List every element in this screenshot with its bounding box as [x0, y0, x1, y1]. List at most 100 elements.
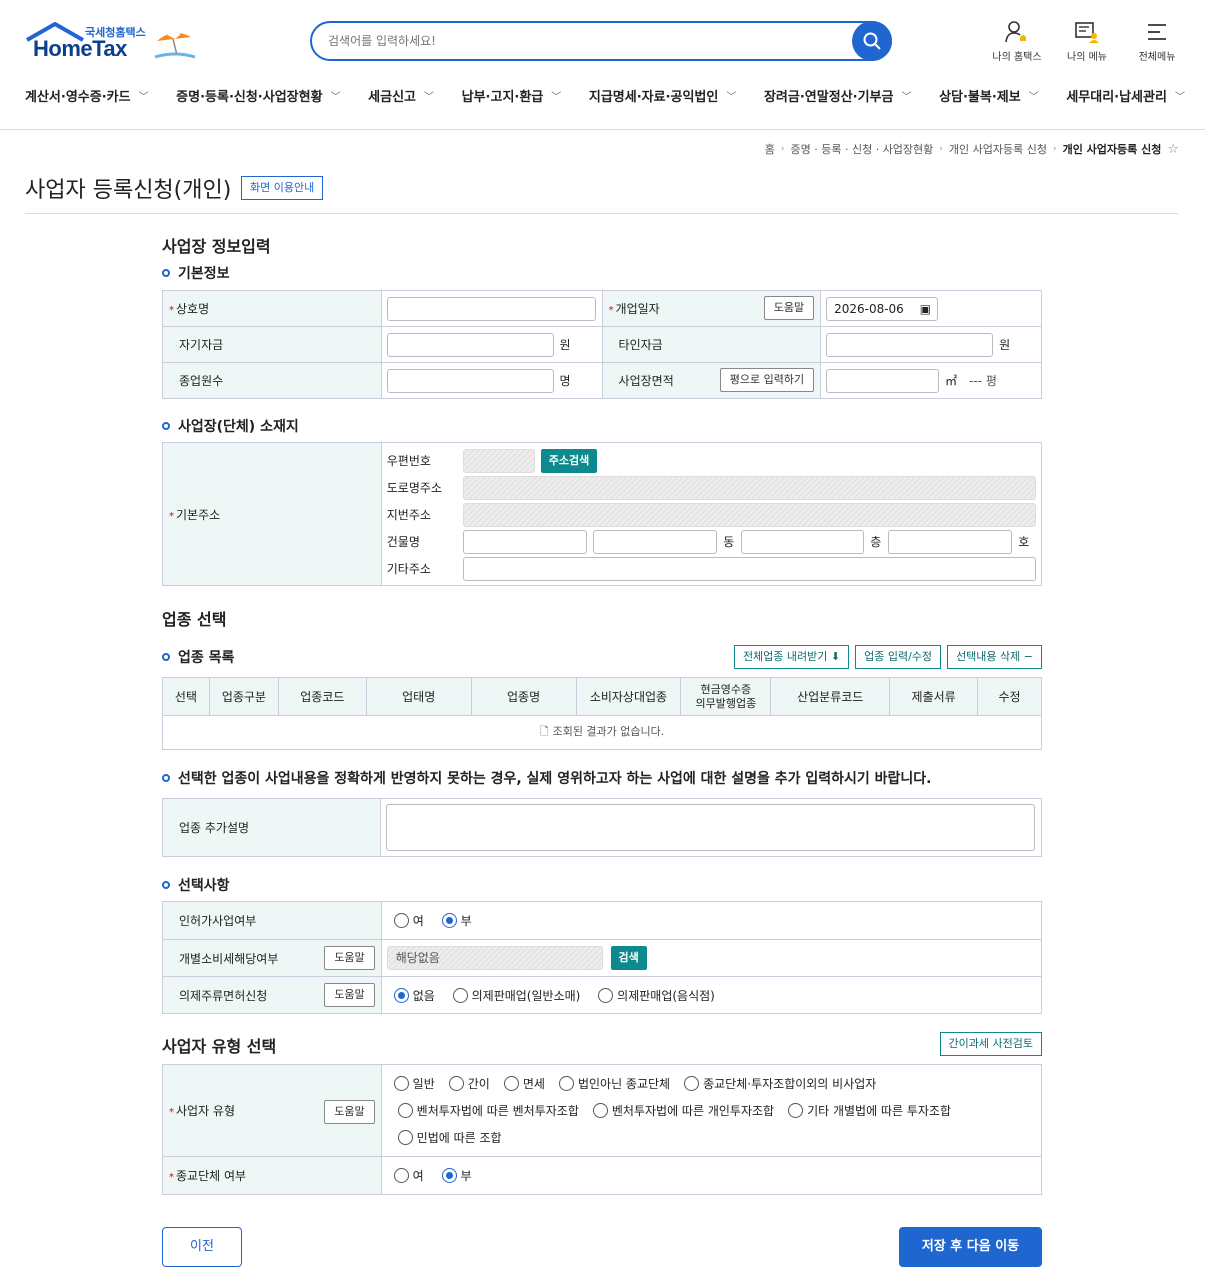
- other-address-label: 기타주소: [386, 562, 431, 576]
- search-input[interactable]: [328, 31, 828, 51]
- field-label: * 종교단체 여부: [162, 1156, 382, 1195]
- excise-search-button[interactable]: 검색: [610, 946, 647, 970]
- liquor-none-radio[interactable]: 없음: [393, 987, 435, 1004]
- zip-label: 우편번호: [386, 454, 431, 468]
- chevron-right-icon: ›: [780, 144, 785, 154]
- options-table: 인허가사업여부 여 부 개별소비세해당여부 도움말 해당없음 검색 의제주류면허신…: [162, 901, 1043, 1014]
- simplified-tax-review-button[interactable]: 간이과세 사전검토: [939, 1032, 1042, 1056]
- chevron-down-icon: ﹀: [1174, 92, 1185, 103]
- floor-input[interactable]: [740, 529, 864, 554]
- my-hometax-label: 나의 홈택스: [992, 52, 1042, 63]
- liquor-retail-radio[interactable]: 의제판매업(일반소매): [452, 987, 580, 1004]
- column-header: 현금영수증 의무발행업종: [680, 677, 772, 716]
- type-exempt-radio[interactable]: 면세: [503, 1075, 545, 1092]
- chevron-down-icon: ﹀: [138, 92, 149, 103]
- pyeong-input-button[interactable]: 평으로 입력하기: [719, 368, 815, 392]
- field-label: * 개업일자 도움말: [601, 290, 822, 327]
- nav-item[interactable]: 납부·고지·환급 ﹀: [462, 86, 562, 105]
- ho-input[interactable]: [887, 529, 1012, 554]
- my-menu-button[interactable]: 나의 메뉴: [1061, 20, 1113, 63]
- zip-input: [462, 448, 535, 473]
- breadcrumb-item[interactable]: 증명 · 등록 · 신청 · 사업장현황: [791, 141, 934, 157]
- screen-guide-button[interactable]: 화면 이용안내: [241, 176, 324, 200]
- prev-button[interactable]: 이전: [162, 1227, 242, 1267]
- own-capital-input[interactable]: [386, 332, 554, 357]
- nav-item[interactable]: 장려금·연말정산·기부금 ﹀: [764, 86, 911, 105]
- field-label: 사업장면적 평으로 입력하기: [601, 362, 822, 399]
- type-non-business-radio[interactable]: 종교단체·투자조합이외의 비사업자: [684, 1075, 876, 1092]
- breadcrumb-item[interactable]: 개인 사업자등록 신청: [949, 141, 1047, 157]
- nav-item[interactable]: 증명·등록·신청·사업장현황 ﹀: [176, 86, 340, 105]
- nav-item[interactable]: 상담·불복·제보 ﹀: [939, 86, 1039, 105]
- breadcrumb: 홈 › 증명 · 등록 · 신청 · 사업장현황 › 개인 사업자등록 신청 ›…: [765, 141, 1179, 157]
- search-button[interactable]: [852, 21, 892, 61]
- field-label: 인허가사업여부: [162, 901, 382, 940]
- menu-note-icon: [1075, 22, 1099, 43]
- user-bell-icon: [1005, 21, 1026, 43]
- subsection-title: 사업장(단체) 소재지: [162, 416, 299, 436]
- nav-item[interactable]: 지급명세·자료·공익법인 ﹀: [589, 86, 736, 105]
- chevron-down-icon: ﹀: [901, 92, 912, 103]
- type-individual-fund-radio[interactable]: 벤처투자법에 따른 개인투자조합: [592, 1102, 774, 1119]
- all-menu-button[interactable]: 전체메뉴: [1131, 20, 1183, 63]
- delete-selected-button[interactable]: 선택내용 삭제 −: [947, 645, 1042, 669]
- required-icon: *: [169, 1107, 174, 1118]
- industry-extra-textarea[interactable]: [386, 804, 1036, 851]
- area-input[interactable]: [826, 368, 940, 393]
- column-header: 소비자상대업종: [575, 677, 682, 716]
- building-label: 건물명: [386, 535, 420, 549]
- edit-industry-button[interactable]: 업종 입력/수정: [855, 645, 942, 669]
- download-icon: ⬇: [830, 650, 841, 663]
- hometax-logo[interactable]: 국세청홈택스 HomeTax: [25, 22, 200, 64]
- help-button[interactable]: 도움말: [763, 296, 815, 320]
- required-icon: *: [608, 305, 614, 316]
- column-header: 업종코드: [277, 677, 367, 716]
- search-bar[interactable]: [310, 21, 892, 61]
- download-industry-button[interactable]: 전체업종 내려받기 ⬇: [733, 645, 850, 669]
- column-header: 산업분류코드: [770, 677, 891, 716]
- type-civil-union-radio[interactable]: 민법에 따른 조합: [397, 1129, 502, 1146]
- chevron-down-icon: ﹀: [424, 92, 435, 103]
- empty-row: 🗋 조회된 결과가 없습니다.: [162, 715, 1042, 750]
- column-header: 제출서류: [889, 677, 979, 716]
- bullet-icon: [162, 881, 170, 889]
- type-simplified-radio[interactable]: 간이: [448, 1075, 490, 1092]
- religious-yes-radio[interactable]: 여: [393, 1167, 424, 1184]
- save-next-button[interactable]: 저장 후 다음 이동: [899, 1227, 1042, 1267]
- employees-input[interactable]: [386, 368, 554, 393]
- chevron-down-icon: ﹀: [330, 92, 341, 103]
- minus-icon: −: [1023, 650, 1033, 663]
- help-button[interactable]: 도움말: [324, 1100, 375, 1124]
- industry-table: 선택 업종구분 업종코드 업태명 업종명 소비자상대업종 현금영수증 의무발행업…: [162, 677, 1042, 750]
- my-hometax-button[interactable]: 나의 홈택스: [991, 20, 1043, 63]
- dong-input[interactable]: [592, 529, 717, 554]
- calendar-icon[interactable]: ▣: [920, 298, 931, 320]
- nav-item[interactable]: 계산서·영수증·카드 ﹀: [25, 86, 149, 105]
- address-search-button[interactable]: 주소검색: [540, 448, 598, 473]
- divider: [25, 213, 1178, 214]
- religious-no-radio[interactable]: 부: [441, 1167, 472, 1184]
- field-label: * 상호명: [162, 290, 382, 327]
- chevron-down-icon: ﹀: [551, 92, 562, 103]
- nav-item[interactable]: 세무대리·납세관리 ﹀: [1066, 86, 1185, 105]
- other-capital-input[interactable]: [826, 332, 994, 357]
- column-header: 수정: [977, 677, 1042, 716]
- star-icon[interactable]: ☆: [1167, 142, 1179, 157]
- help-button[interactable]: 도움말: [324, 983, 375, 1007]
- chevron-right-icon: ›: [1052, 144, 1057, 154]
- license-no-radio[interactable]: 부: [441, 912, 472, 929]
- my-menu-label: 나의 메뉴: [1067, 52, 1107, 63]
- trade-name-input[interactable]: [386, 296, 596, 321]
- open-date-input[interactable]: 2026-08-06 ▣: [826, 296, 939, 321]
- building-name-input[interactable]: [462, 529, 587, 554]
- breadcrumb-home[interactable]: 홈: [765, 141, 775, 157]
- type-religious-radio[interactable]: 법인아닌 종교단체: [558, 1075, 670, 1092]
- help-button[interactable]: 도움말: [324, 946, 375, 970]
- license-yes-radio[interactable]: 여: [393, 912, 424, 929]
- other-address-input[interactable]: [462, 556, 1036, 581]
- nav-item[interactable]: 세금신고 ﹀: [368, 86, 434, 105]
- type-other-fund-radio[interactable]: 기타 개별법에 따른 투자조합: [788, 1102, 951, 1119]
- type-venture-fund-radio[interactable]: 벤처투자법에 따른 벤처투자조합: [397, 1102, 579, 1119]
- type-general-radio[interactable]: 일반: [393, 1075, 435, 1092]
- liquor-restaurant-radio[interactable]: 의제판매업(음식점): [598, 987, 715, 1004]
